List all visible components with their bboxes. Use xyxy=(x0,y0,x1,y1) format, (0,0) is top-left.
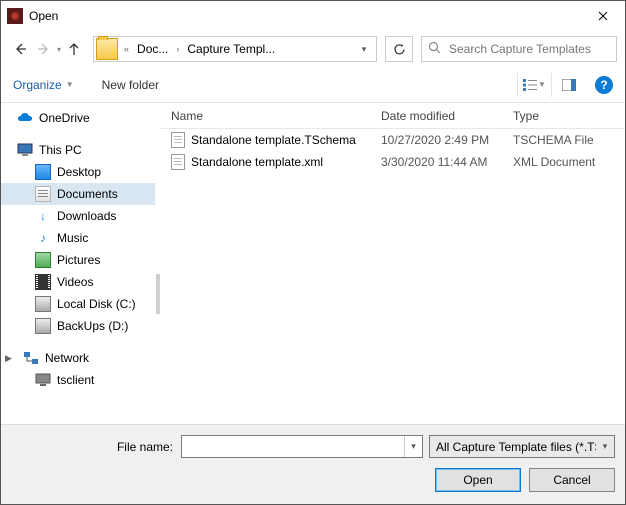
col-date[interactable]: Date modified xyxy=(371,109,503,123)
cancel-button[interactable]: Cancel xyxy=(529,468,615,492)
filename-input[interactable]: ▾ xyxy=(181,435,423,458)
history-dropdown[interactable]: ▾ xyxy=(57,45,61,54)
search-icon xyxy=(428,41,441,57)
filename-dropdown[interactable]: ▾ xyxy=(404,436,422,457)
address-bar[interactable]: « Doc... › Capture Templ... ▾ xyxy=(93,36,377,62)
tree-desktop[interactable]: Desktop xyxy=(1,161,155,183)
expand-icon[interactable]: ▶ xyxy=(5,353,15,364)
file-row[interactable]: Standalone template.xml 3/30/2020 11:44 … xyxy=(161,151,625,173)
tree-tsclient[interactable]: tsclient xyxy=(1,369,155,391)
folder-icon xyxy=(96,38,118,60)
search-box[interactable]: Search Capture Templates xyxy=(421,36,617,62)
close-button[interactable] xyxy=(580,1,625,31)
tree-onedrive[interactable]: OneDrive xyxy=(1,107,155,129)
open-dialog: Open ▾ « Doc... › Capture Templ... ▾ Sea… xyxy=(0,0,626,505)
disk-icon xyxy=(35,318,51,334)
pc-icon xyxy=(35,372,51,388)
tree-pictures[interactable]: Pictures xyxy=(1,249,155,271)
search-placeholder: Search Capture Templates xyxy=(449,42,591,56)
up-button[interactable] xyxy=(63,38,85,60)
organize-menu[interactable]: Organize ▼ xyxy=(13,78,74,92)
tree-videos[interactable]: Videos xyxy=(1,271,155,293)
chevron-down-icon: ▼ xyxy=(66,80,74,89)
chevron-down-icon: ▼ xyxy=(538,80,546,89)
column-headers[interactable]: Name Date modified Type xyxy=(161,103,625,129)
forward-button[interactable] xyxy=(33,38,55,60)
details-view-icon xyxy=(523,79,537,91)
file-icon xyxy=(171,132,185,148)
app-icon xyxy=(7,8,23,24)
music-icon: ♪ xyxy=(35,230,51,246)
help-button[interactable]: ? xyxy=(595,76,613,94)
toolbar: Organize ▼ New folder ▼ ? xyxy=(1,67,625,103)
col-type[interactable]: Type xyxy=(503,109,625,123)
filename-label: File name: xyxy=(11,440,181,454)
tree-backups[interactable]: BackUps (D:) xyxy=(1,315,155,337)
body: OneDrive This PC Desktop Documents ↓Down… xyxy=(1,103,625,424)
file-list: Name Date modified Type Standalone templ… xyxy=(161,103,625,424)
nav-row: ▾ « Doc... › Capture Templ... ▾ Search C… xyxy=(1,31,625,67)
tree-thispc[interactable]: This PC xyxy=(1,139,155,161)
preview-pane-icon xyxy=(562,79,576,91)
tree-music[interactable]: ♪Music xyxy=(1,227,155,249)
arrow-up-icon xyxy=(67,42,81,56)
back-button[interactable] xyxy=(9,38,31,60)
open-button[interactable]: Open xyxy=(435,468,521,492)
filetype-filter[interactable]: All Capture Template files (*.TSchema;*.… xyxy=(429,435,615,458)
downloads-icon: ↓ xyxy=(35,208,51,224)
file-row[interactable]: Standalone template.TSchema 10/27/2020 2… xyxy=(161,129,625,151)
pictures-icon xyxy=(35,252,51,268)
close-icon xyxy=(598,11,608,21)
file-rows[interactable]: Standalone template.TSchema 10/27/2020 2… xyxy=(161,129,625,424)
tree-downloads[interactable]: ↓Downloads xyxy=(1,205,155,227)
desktop-icon xyxy=(35,164,51,180)
onedrive-icon xyxy=(17,110,33,126)
col-name[interactable]: Name xyxy=(161,109,371,123)
breadcrumb-prefix: « xyxy=(120,44,133,54)
footer: File name: ▾ All Capture Template files … xyxy=(1,424,625,504)
pc-icon xyxy=(17,142,33,158)
new-folder-button[interactable]: New folder xyxy=(102,78,159,92)
refresh-icon xyxy=(393,43,406,56)
arrow-left-icon xyxy=(13,42,27,56)
nav-tree[interactable]: OneDrive This PC Desktop Documents ↓Down… xyxy=(1,103,155,424)
videos-icon xyxy=(35,274,51,290)
chevron-right-icon[interactable]: › xyxy=(172,44,183,54)
titlebar: Open xyxy=(1,1,625,31)
preview-pane-button[interactable] xyxy=(551,73,585,97)
breadcrumb-seg-2[interactable]: Capture Templ... xyxy=(183,42,279,56)
tree-localdisk[interactable]: Local Disk (C:) xyxy=(1,293,155,315)
network-icon xyxy=(23,350,39,366)
refresh-button[interactable] xyxy=(385,36,413,62)
file-icon xyxy=(171,154,185,170)
window-title: Open xyxy=(29,9,580,23)
address-dropdown[interactable]: ▾ xyxy=(352,44,376,55)
chevron-down-icon: ▾ xyxy=(596,441,614,452)
documents-icon xyxy=(35,186,51,202)
breadcrumb-seg-1[interactable]: Doc... xyxy=(133,42,172,56)
arrow-right-icon xyxy=(37,42,51,56)
tree-documents[interactable]: Documents xyxy=(1,183,155,205)
tree-network[interactable]: ▶ Network xyxy=(1,347,155,369)
view-mode-button[interactable]: ▼ xyxy=(517,73,551,97)
disk-icon xyxy=(35,296,51,312)
